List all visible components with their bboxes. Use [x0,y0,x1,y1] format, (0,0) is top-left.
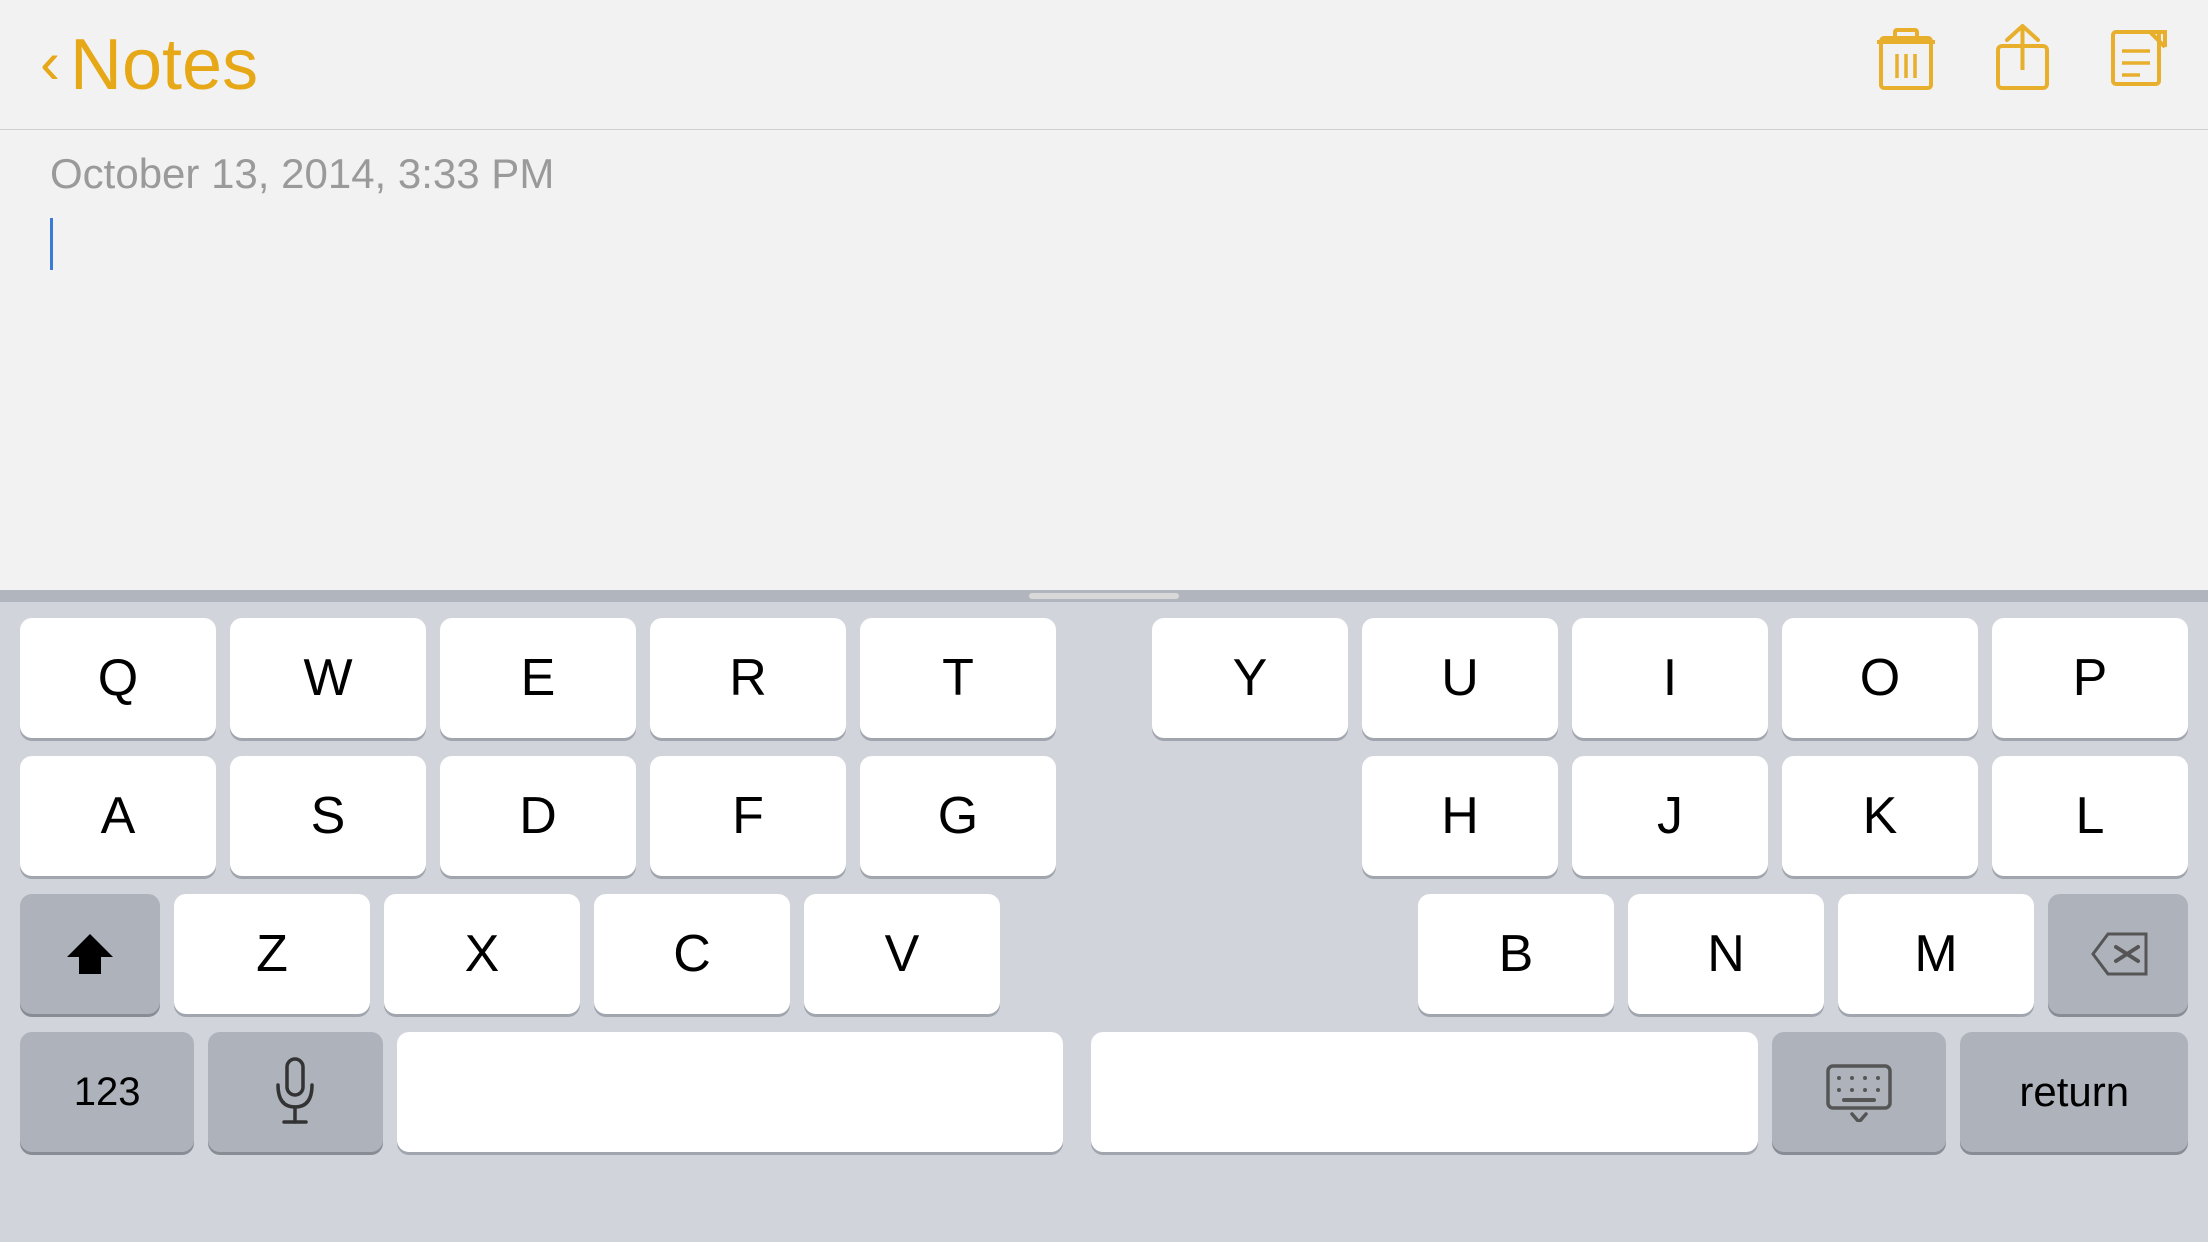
note-date: October 13, 2014, 3:33 PM [50,150,554,198]
key-x[interactable]: X [384,894,580,1014]
key-w[interactable]: W [230,618,426,738]
notes-area: ‹ Notes [0,0,2208,596]
keyboard-row-4: 123 [20,1032,2188,1152]
key-d[interactable]: D [440,756,636,876]
key-s[interactable]: S [230,756,426,876]
key-f[interactable]: F [650,756,846,876]
key-m[interactable]: M [1838,894,2034,1014]
key-k[interactable]: K [1782,756,1978,876]
numbers-button[interactable]: 123 [20,1032,194,1152]
key-b[interactable]: B [1418,894,1614,1014]
back-chevron-icon: ‹ [40,33,60,93]
key-t[interactable]: T [860,618,1056,738]
key-p[interactable]: P [1992,618,2188,738]
notes-title: Notes [70,24,258,106]
microphone-button[interactable] [208,1032,382,1152]
backspace-button[interactable] [2048,894,2188,1014]
keyboard-separator[interactable] [0,590,2208,602]
key-a[interactable]: A [20,756,216,876]
text-cursor [50,218,53,270]
key-q[interactable]: Q [20,618,216,738]
key-o[interactable]: O [1782,618,1978,738]
key-n[interactable]: N [1628,894,1824,1014]
share-button[interactable] [1995,24,2050,106]
space-right-button[interactable] [1091,1032,1758,1152]
space-left-button[interactable] [397,1032,1064,1152]
back-button[interactable]: ‹ Notes [40,24,258,106]
key-g[interactable]: G [860,756,1056,876]
key-v[interactable]: V [804,894,1000,1014]
key-j[interactable]: J [1572,756,1768,876]
trash-button[interactable] [1877,24,1935,106]
keyboard: Q W E R T Y U I O P A S D F G H J K L Z … [0,602,2208,1242]
header-actions [1877,24,2168,106]
keyboard-row-3: Z X C V B N M [20,894,2188,1014]
key-e[interactable]: E [440,618,636,738]
key-c[interactable]: C [594,894,790,1014]
hide-keyboard-button[interactable] [1772,1032,1946,1152]
key-i[interactable]: I [1572,618,1768,738]
header: ‹ Notes [0,0,2208,130]
shift-button[interactable] [20,894,160,1014]
keyboard-row-1: Q W E R T Y U I O P [20,618,2188,738]
key-u[interactable]: U [1362,618,1558,738]
drag-handle [1029,593,1179,599]
return-button[interactable]: return [1960,1032,2188,1152]
key-z[interactable]: Z [174,894,370,1014]
key-r[interactable]: R [650,618,846,738]
key-l[interactable]: L [1992,756,2188,876]
compose-button[interactable] [2110,28,2168,102]
key-y[interactable]: Y [1152,618,1348,738]
key-h[interactable]: H [1362,756,1558,876]
keyboard-row-2: A S D F G H J K L [20,756,2188,876]
